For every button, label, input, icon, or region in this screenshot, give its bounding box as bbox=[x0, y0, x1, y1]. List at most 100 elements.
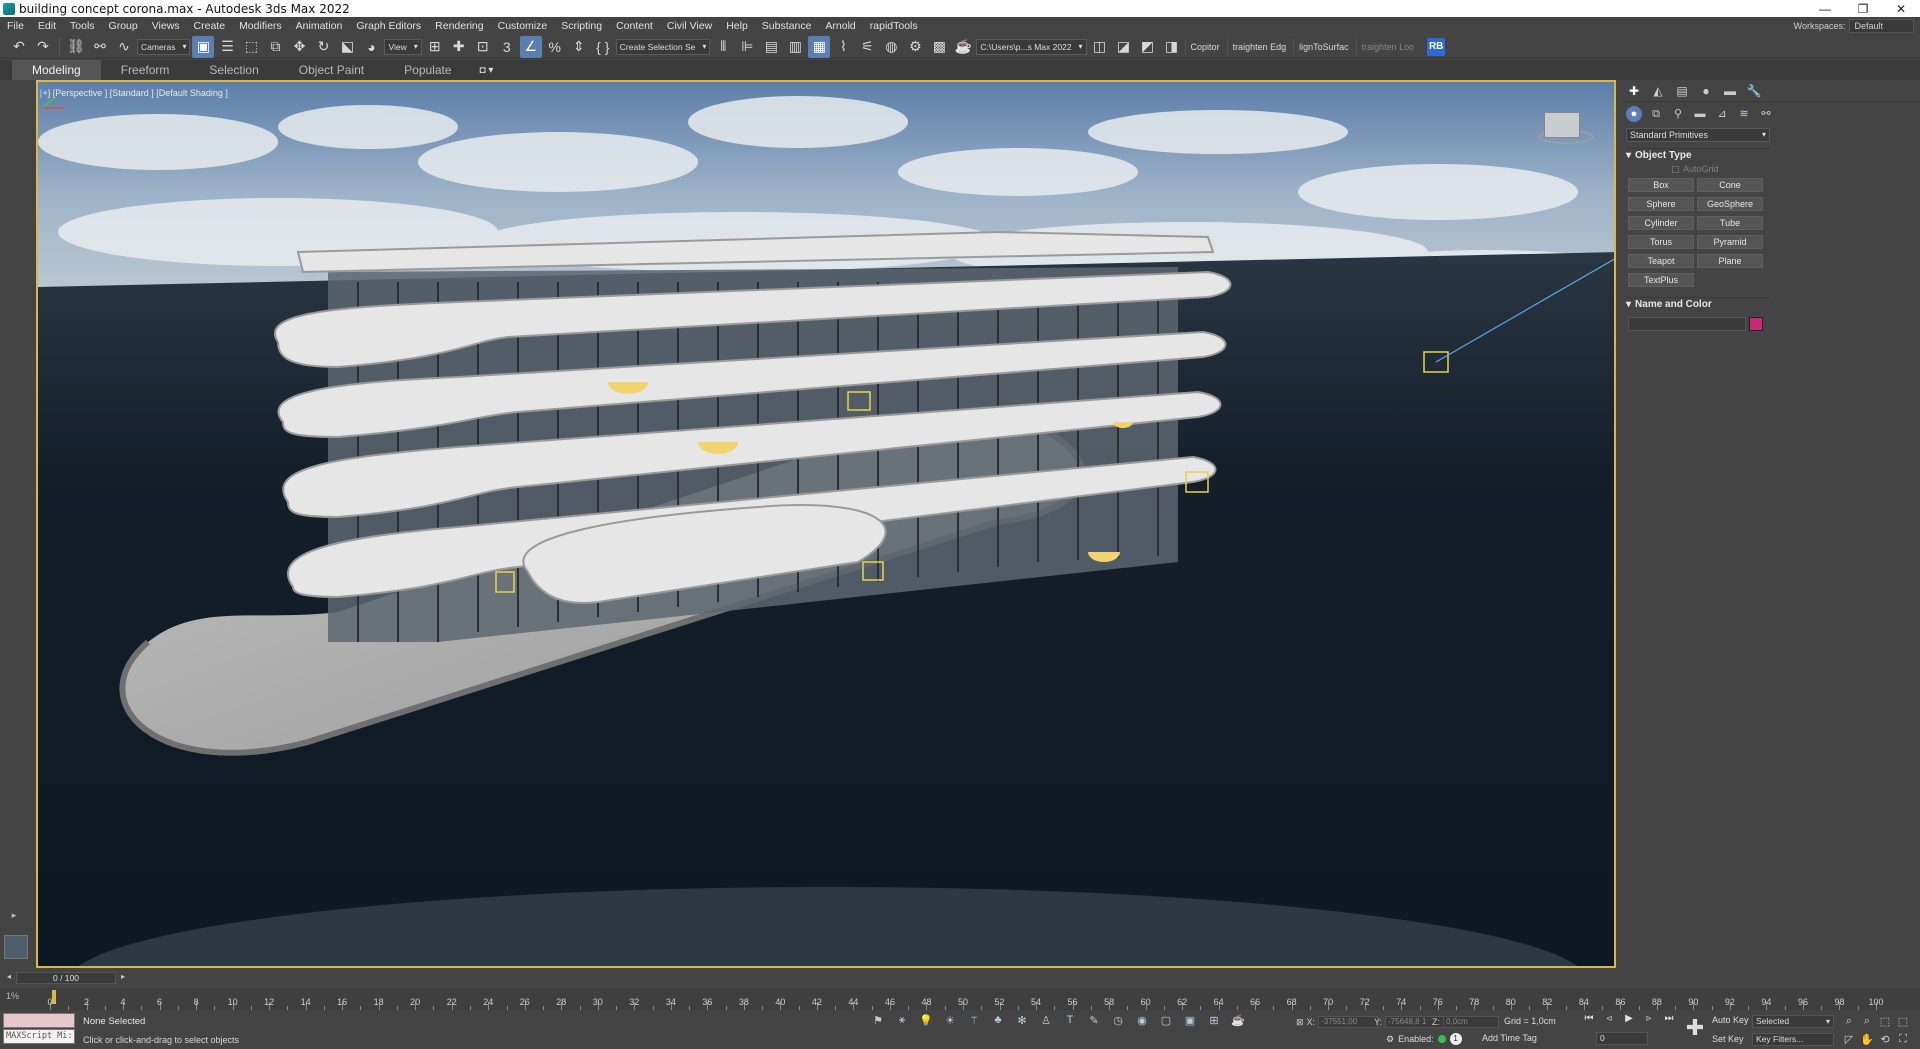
spinner-snap-icon[interactable]: ⇕ bbox=[568, 36, 590, 58]
viewport-nav-icon[interactable]: ⚙ bbox=[1386, 1034, 1394, 1045]
menu-edit[interactable]: Edit bbox=[31, 20, 63, 32]
menu-help[interactable]: Help bbox=[719, 20, 755, 32]
edit-named-sets-icon[interactable]: { } bbox=[592, 36, 614, 58]
zoom-all-icon[interactable]: ⌕ bbox=[1860, 1015, 1874, 1029]
script-straighten-loop[interactable]: traighten Loo bbox=[1355, 38, 1420, 55]
lock-icon[interactable]: ⊠ bbox=[1296, 1017, 1304, 1028]
ribbon-options-button[interactable]: ◘ ▾ bbox=[480, 65, 494, 76]
schematic-view-icon[interactable]: ⚟ bbox=[856, 36, 878, 58]
rb-script-button[interactable]: RB bbox=[1427, 37, 1446, 56]
clock-icon[interactable]: ◷ bbox=[1108, 1014, 1128, 1030]
pivot-center-icon[interactable]: ⊞ bbox=[424, 36, 446, 58]
sun-icon[interactable]: ☀ bbox=[940, 1014, 960, 1030]
autogrid-checkbox[interactable] bbox=[1672, 165, 1679, 173]
teapot-icon[interactable]: ☕ bbox=[1228, 1014, 1248, 1030]
orbit-icon[interactable]: ⟲ bbox=[1878, 1033, 1892, 1047]
ribbon-toggle-icon[interactable]: ▦ bbox=[808, 35, 831, 58]
material-editor-icon[interactable]: ◍ bbox=[880, 36, 902, 58]
window-crossing-icon[interactable]: ⧉ bbox=[264, 36, 286, 58]
workspaces-dropdown[interactable]: Default bbox=[1849, 19, 1914, 33]
time-cursor[interactable] bbox=[52, 990, 56, 1004]
rect-selection-icon[interactable]: ⬚ bbox=[240, 36, 262, 58]
selection-lock-icon[interactable]: ⚹ bbox=[892, 1014, 912, 1030]
menu-group[interactable]: Group bbox=[102, 20, 145, 32]
menu-tools[interactable]: Tools bbox=[63, 20, 102, 32]
add-time-tag-button[interactable]: Add Time Tag bbox=[1482, 1033, 1537, 1043]
tree-icon[interactable]: ♣ bbox=[988, 1014, 1008, 1030]
script-copitor[interactable]: Copitor bbox=[1184, 38, 1225, 55]
menu-rapidtools[interactable]: rapidTools bbox=[863, 20, 925, 32]
unlink-icon[interactable]: ⚯ bbox=[89, 36, 111, 58]
menu-views[interactable]: Views bbox=[145, 20, 187, 32]
place-icon[interactable]: ◕ bbox=[360, 36, 382, 58]
utilities-icon[interactable]: 🔧 bbox=[1746, 83, 1762, 99]
selection-set-dropdown[interactable]: Create Selection Se bbox=[615, 38, 711, 55]
tube-button[interactable]: Tube bbox=[1697, 216, 1763, 230]
bind-spacewarp-icon[interactable]: ∿ bbox=[113, 36, 135, 58]
select-object-icon[interactable]: ▣ bbox=[192, 35, 215, 58]
helpers-icon[interactable]: ⊿ bbox=[1714, 106, 1730, 122]
tab-selection[interactable]: Selection bbox=[189, 60, 278, 80]
redo-icon[interactable]: ↷ bbox=[32, 36, 54, 58]
figure-icon[interactable]: ♙ bbox=[1036, 1014, 1056, 1030]
next-frame-icon[interactable]: ▹ bbox=[1640, 1013, 1658, 1027]
reference-coord-dropdown[interactable]: View bbox=[384, 38, 422, 55]
snaps-toggle-icon[interactable]: 3 bbox=[496, 36, 518, 58]
play-icon[interactable]: ▶ bbox=[1620, 1013, 1638, 1027]
script-button-3-icon[interactable]: ◩ bbox=[1137, 36, 1159, 58]
hierarchy-icon[interactable]: ▤ bbox=[1674, 83, 1690, 99]
key-filters-button[interactable]: Key Filters... bbox=[1752, 1033, 1834, 1046]
z-field[interactable]: 0,0cm bbox=[1443, 1016, 1499, 1028]
zoom-icon[interactable]: ⌕ bbox=[1842, 1015, 1856, 1029]
zoom-extents-all-icon[interactable]: ⬚ bbox=[1896, 1015, 1910, 1029]
adaptive-degradation-icon[interactable]: ⚚ bbox=[964, 1014, 984, 1030]
object-type-rollout[interactable]: ▾ Object Type bbox=[1626, 148, 1770, 162]
menu-arnold[interactable]: Arnold bbox=[818, 20, 862, 32]
sphere-button[interactable]: Sphere bbox=[1628, 197, 1694, 211]
align-icon[interactable]: ⊫ bbox=[736, 36, 758, 58]
viewport-label[interactable]: [+] [Perspective ] [Standard ] [Default … bbox=[40, 88, 228, 98]
torus-button[interactable]: Torus bbox=[1628, 235, 1694, 249]
enabled-indicator[interactable] bbox=[1437, 1035, 1446, 1043]
curve-editor-icon[interactable]: ⌇ bbox=[832, 36, 854, 58]
menu-modifiers[interactable]: Modifiers bbox=[232, 20, 289, 32]
pen-icon[interactable]: ✎ bbox=[1084, 1014, 1104, 1030]
geosphere-button[interactable]: GeoSphere bbox=[1697, 197, 1763, 211]
systems-icon[interactable]: ⚯ bbox=[1758, 106, 1774, 122]
project-path-dropdown[interactable]: C:\Users\p...s Max 2022 bbox=[976, 38, 1087, 55]
goto-start-icon[interactable]: ⏮ bbox=[1580, 1013, 1598, 1027]
tab-modeling[interactable]: Modeling bbox=[12, 60, 101, 80]
time-next-icon[interactable]: ▸ bbox=[118, 972, 128, 984]
script-straighten-edge[interactable]: traighten Edg bbox=[1226, 38, 1292, 55]
gizmo-icon[interactable]: ◉ bbox=[1132, 1014, 1152, 1030]
textplus-button[interactable]: TextPlus bbox=[1628, 273, 1694, 287]
script-button-2-icon[interactable]: ◪ bbox=[1113, 36, 1135, 58]
rotate-icon[interactable]: ↻ bbox=[312, 36, 334, 58]
expand-layouts-icon[interactable]: ▸ bbox=[8, 910, 20, 922]
pyramid-button[interactable]: Pyramid bbox=[1697, 235, 1763, 249]
object-name-field[interactable] bbox=[1628, 317, 1746, 331]
render-setup-icon[interactable]: ⚙ bbox=[904, 36, 926, 58]
keyboard-shortcut-icon[interactable]: ⊡ bbox=[472, 36, 494, 58]
set-key-big-icon[interactable]: ✚ bbox=[1682, 1016, 1708, 1042]
viewcube-icon[interactable] bbox=[1544, 112, 1580, 138]
maximize-viewport-icon[interactable]: ⛶ bbox=[1896, 1033, 1910, 1047]
box-button[interactable]: Box bbox=[1628, 178, 1694, 192]
shapes-icon[interactable]: ⧉ bbox=[1648, 106, 1664, 122]
primitives-dropdown[interactable]: Standard Primitives bbox=[1626, 128, 1770, 142]
manipulate-icon[interactable]: ✚ bbox=[448, 36, 470, 58]
mirror-icon[interactable]: ⫴ bbox=[712, 36, 734, 58]
menu-content[interactable]: Content bbox=[609, 20, 660, 32]
angle-snap-icon[interactable]: ∠ bbox=[519, 35, 542, 58]
tab-object-paint[interactable]: Object Paint bbox=[279, 60, 384, 80]
goto-end-icon[interactable]: ⏭ bbox=[1660, 1013, 1678, 1027]
set-key-button[interactable]: Set Key bbox=[1712, 1034, 1744, 1044]
move-icon[interactable]: ✥ bbox=[288, 36, 310, 58]
maxscript-mini-listener[interactable]: MAXScript Mi: bbox=[3, 1029, 75, 1044]
object-color-swatch[interactable] bbox=[1749, 317, 1763, 331]
text-icon[interactable]: T bbox=[1060, 1014, 1080, 1030]
fan-icon[interactable]: ✻ bbox=[1012, 1014, 1032, 1030]
menu-civil-view[interactable]: Civil View bbox=[660, 20, 719, 32]
cameras-icon[interactable]: ▬ bbox=[1692, 106, 1708, 122]
time-slider-handle[interactable]: 0 / 100 bbox=[16, 972, 116, 984]
